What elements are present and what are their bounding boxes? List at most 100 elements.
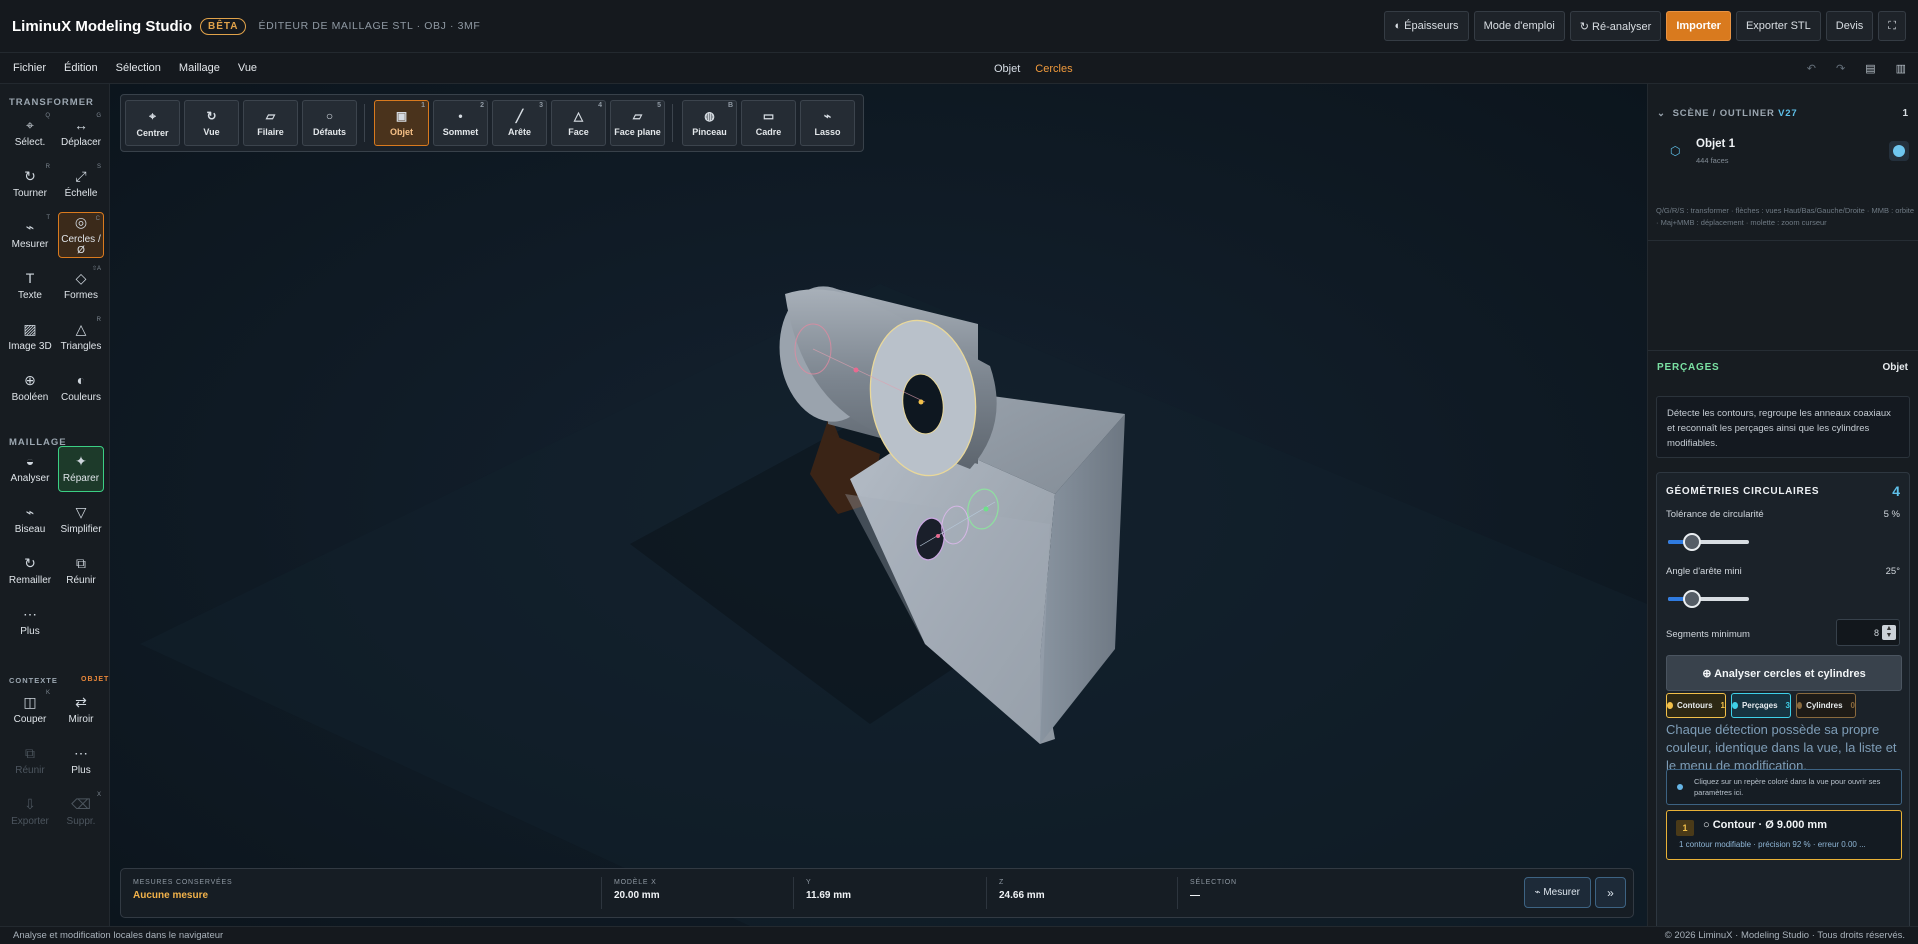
tool-remesh[interactable]: ↻ Remailler <box>7 548 53 594</box>
menu-mesh[interactable]: Maillage <box>179 62 220 74</box>
view-tool-label: Face plane <box>614 127 661 137</box>
outliner-object[interactable]: ⬡ Objet 1 444 faces <box>1658 134 1910 176</box>
shortcut-key: 3 <box>539 102 543 109</box>
view-tool-vertex[interactable]: • Sommet 2 <box>433 100 488 146</box>
brush-icon: ◍ <box>704 109 715 123</box>
chip-holes[interactable]: Perçages 3 <box>1731 693 1791 718</box>
shortcut-key: T <box>46 215 50 221</box>
view-tool-defects[interactable]: ○ Défauts <box>302 100 357 146</box>
shortcut-key: Q <box>45 113 50 119</box>
tool-scale[interactable]: ⤢ Échelle S <box>58 161 104 207</box>
redo-icon[interactable]: ↷ <box>1836 62 1845 75</box>
tool-more[interactable]: ⋯ Plus <box>7 599 53 645</box>
move-icon: ↔ <box>74 117 88 133</box>
shortcut-key: 2 <box>480 102 484 109</box>
3d-viewport[interactable]: ⌖ Centrer ↻ Vue ▱ Filaire ○ Défauts ▣ Objet 1 • Somm… <box>110 84 1647 926</box>
menu-selection[interactable]: Sélection <box>116 62 161 74</box>
shortcut-key: R <box>96 317 101 323</box>
view-tool-flat-face[interactable]: ▱ Face plane 5 <box>610 100 665 146</box>
chip-cylinders[interactable]: Cylindres 0 <box>1796 693 1856 718</box>
visibility-icon[interactable] <box>1889 141 1909 161</box>
tool-label: Image 3D <box>8 341 52 352</box>
view-tool-label: Filaire <box>257 127 284 137</box>
tool-move[interactable]: ↔ Déplacer G <box>58 110 104 156</box>
menu-edit[interactable]: Édition <box>64 62 98 74</box>
tool-colors[interactable]: ◐ Couleurs <box>58 365 104 411</box>
selection-label: SÉLECTION <box>1190 879 1237 886</box>
tool-bevel[interactable]: ⌁ Biseau <box>7 497 53 543</box>
import-button[interactable]: Importer <box>1666 11 1731 41</box>
quote-button[interactable]: Devis <box>1825 11 1874 41</box>
export-stl-button[interactable]: Exporter STL <box>1735 11 1821 41</box>
cut-icon: ◫ <box>23 694 37 710</box>
holes-description: Détecte les contours, regroupe les annea… <box>1656 396 1910 458</box>
tool-merge[interactable]: ⧉ Réunir <box>58 548 104 594</box>
tool-circles[interactable]: ◎ Cercles / Ø C <box>58 212 104 258</box>
outliner-header[interactable]: ⌄ SCÈNE / OUTLINER V27 <box>1657 108 1797 119</box>
tool-shapes[interactable]: ◇ Formes ⇧A <box>58 263 104 309</box>
simplify-icon: ▽ <box>75 504 87 520</box>
tool-repair[interactable]: ✦ Réparer <box>58 446 104 492</box>
manual-button[interactable]: Mode d'emploi <box>1473 11 1565 41</box>
contour-card[interactable]: 1 ○ Contour · Ø 9.000 mm 1 contour modif… <box>1666 810 1902 860</box>
measure-button[interactable]: ⌁ Mesurer <box>1523 877 1591 908</box>
view-tool-view[interactable]: ↻ Vue <box>184 100 239 146</box>
tool-boolean[interactable]: ⊕ Booléen <box>7 365 53 411</box>
view-tool-center[interactable]: ⌖ Centrer <box>125 100 180 146</box>
view-tool-face[interactable]: △ Face 4 <box>551 100 606 146</box>
next-button[interactable]: » <box>1595 877 1626 908</box>
tool-more[interactable]: ⋯ Plus <box>58 738 104 784</box>
merge-icon: ⧉ <box>76 555 86 571</box>
layout-icon[interactable]: ▥ <box>1896 62 1906 75</box>
chip-contours[interactable]: Contours 1 <box>1666 693 1726 718</box>
segments-input[interactable]: 8 ▲ ▼ <box>1836 619 1900 646</box>
tool-label: Remailler <box>8 575 52 586</box>
tolerance-slider[interactable] <box>1668 533 1749 551</box>
chip-count: 1 <box>1720 701 1725 710</box>
angle-slider-thumb[interactable] <box>1683 590 1702 608</box>
tool-text[interactable]: T Texte <box>7 263 53 309</box>
view-tool-brush[interactable]: ◍ Pinceau B <box>682 100 737 146</box>
mesh-render[interactable] <box>110 84 1647 926</box>
view-tool-edge[interactable]: ╱ Arête 3 <box>492 100 547 146</box>
tool-triangles[interactable]: △ Triangles R <box>58 314 104 360</box>
tool-label: Mesurer <box>11 239 49 250</box>
shortcut-key: S <box>96 164 101 170</box>
undo-icon[interactable]: ↶ <box>1807 62 1816 75</box>
angle-slider[interactable] <box>1668 590 1749 608</box>
stepper-icon[interactable]: ▲ ▼ <box>1882 625 1896 640</box>
panel-icon[interactable]: ▤ <box>1865 62 1875 75</box>
section-context: CONTEXTE <box>9 676 58 685</box>
tool-merge-disabled: ⧉ Réunir <box>7 738 53 784</box>
toolbar-separator <box>672 104 673 142</box>
fullscreen-icon[interactable]: ⛶ <box>1878 11 1906 41</box>
view-tool-frame[interactable]: ▭ Cadre <box>741 100 796 146</box>
tool-select[interactable]: ⌖ Sélect. Q <box>7 110 53 156</box>
tool-mirror[interactable]: ⇄ Miroir <box>58 687 104 733</box>
tool-simplify[interactable]: ▽ Simplifier <box>58 497 104 543</box>
circles-icon: ◎ <box>74 213 88 230</box>
tool-analyze[interactable]: ◒ Analyser <box>7 446 53 492</box>
segments-value: 8 <box>1873 628 1879 638</box>
thickness-button[interactable]: ◐ Épaisseurs <box>1384 11 1469 41</box>
reanalyze-button[interactable]: ↻ Ré-analyser <box>1569 11 1662 41</box>
tool-rotate[interactable]: ↻ Tourner R <box>7 161 53 207</box>
tool-image3d[interactable]: ▨ Image 3D <box>7 314 53 360</box>
context-tag: OBJET <box>81 676 110 683</box>
analyze-circles-button[interactable]: ⊕ Analyser cercles et cylindres <box>1666 655 1902 691</box>
outliner-version: V27 <box>1778 108 1798 119</box>
delete-icon: ⌫ <box>71 796 91 812</box>
text-icon: T <box>25 270 35 286</box>
tool-measure[interactable]: ⌁ Mesurer T <box>7 212 53 258</box>
shortcut-key: C <box>95 216 100 222</box>
tool-delete: ⌫ Suppr. X <box>58 789 104 835</box>
view-tool-object[interactable]: ▣ Objet 1 <box>374 100 429 146</box>
tool-cut[interactable]: ◫ Couper K <box>7 687 53 733</box>
tool-label: Déplacer <box>60 137 102 148</box>
mode-indicator: Objet Cercles <box>994 53 1073 84</box>
view-tool-wireframe[interactable]: ▱ Filaire <box>243 100 298 146</box>
menu-file[interactable]: Fichier <box>13 62 46 74</box>
menu-view[interactable]: Vue <box>238 62 257 74</box>
tolerance-slider-thumb[interactable] <box>1683 533 1702 551</box>
view-tool-lasso[interactable]: ⌁ Lasso <box>800 100 855 146</box>
